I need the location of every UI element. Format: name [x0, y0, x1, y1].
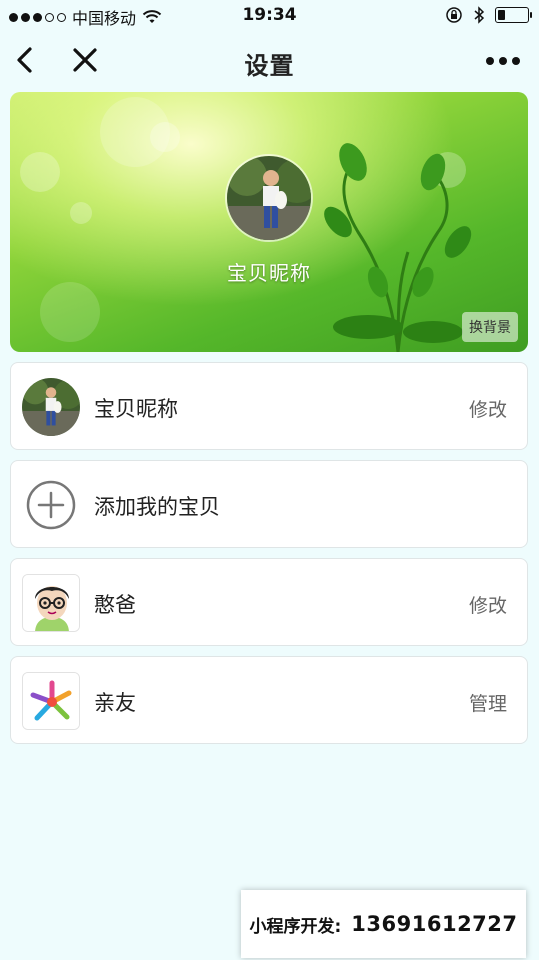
list-item-label: 宝贝昵称 — [94, 397, 178, 421]
avatar — [22, 574, 80, 632]
bokeh-decoration — [70, 202, 92, 224]
list-item[interactable]: 宝贝昵称 修改 — [10, 362, 528, 450]
list-item[interactable]: 亲友 管理 — [10, 656, 528, 744]
edit-button[interactable]: 修改 — [469, 591, 507, 618]
list-item-label: 添加我的宝贝 — [94, 495, 220, 519]
more-dots-icon[interactable] — [485, 50, 521, 72]
bokeh-decoration — [100, 97, 170, 167]
battery-level — [498, 10, 505, 20]
bokeh-decoration — [40, 282, 100, 342]
bluetooth-icon — [474, 6, 485, 24]
change-background-button[interactable]: 换背景 — [462, 312, 518, 342]
promo-phone: 13691612727 — [351, 912, 518, 936]
edit-button[interactable]: 修改 — [469, 395, 507, 422]
baby-photo-avatar — [227, 156, 311, 240]
list-item[interactable]: 添加我的宝贝 — [10, 460, 528, 548]
list-item-label: 憨爸 — [94, 593, 136, 617]
battery-icon — [495, 7, 532, 23]
nav-bar: 设置 — [0, 36, 539, 86]
add-circle-icon — [26, 480, 76, 530]
status-bar: 中国移动 19:34 — [0, 0, 539, 30]
rotation-lock-icon — [446, 7, 462, 23]
bokeh-decoration — [20, 152, 60, 192]
baby-photo-avatar — [22, 378, 80, 436]
profile-banner: 宝贝昵称 换背景 — [10, 92, 528, 352]
banner-nickname: 宝贝昵称 — [227, 261, 311, 285]
colorful-star-icon — [23, 673, 79, 729]
promo-banner: 小程序开发: 13691612727 — [241, 890, 526, 958]
cartoon-dad-avatar — [23, 575, 79, 631]
list-item[interactable]: 憨爸 修改 — [10, 558, 528, 646]
avatar[interactable] — [225, 154, 313, 242]
status-right — [445, 6, 532, 24]
list-item-label: 亲友 — [94, 691, 136, 715]
relatives-icon-box — [22, 672, 80, 730]
promo-label: 小程序开发: — [249, 916, 342, 937]
avatar — [22, 378, 80, 436]
page-title: 设置 — [244, 52, 295, 80]
manage-button[interactable]: 管理 — [469, 689, 507, 716]
